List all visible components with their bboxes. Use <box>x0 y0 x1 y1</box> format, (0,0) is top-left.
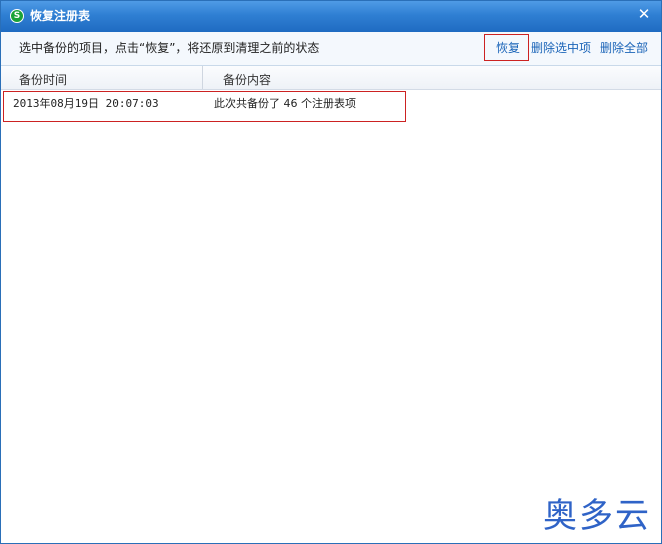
app-logo-icon: S <box>10 9 24 23</box>
column-header-backup-content[interactable]: 备份内容 <box>223 73 271 87</box>
window-title: 恢复注册表 <box>30 9 91 23</box>
backup-list: 2013年08月19日 20:07:03 此次共备份了 46 个注册表项 <box>1 90 661 520</box>
title-bar[interactable]: S 恢复注册表 ✕ <box>1 1 661 32</box>
backup-time-cell: 2013年08月19日 20:07:03 <box>13 97 159 110</box>
restore-button[interactable]: 恢复 <box>496 41 520 55</box>
delete-selected-button[interactable]: 删除选中项 <box>531 41 591 55</box>
table-header: 备份时间 备份内容 <box>1 66 661 90</box>
backup-content-cell: 此次共备份了 46 个注册表项 <box>214 97 356 110</box>
instruction-text: 选中备份的项目，点击“恢复”，将还原到清理之前的状态 <box>19 41 320 55</box>
toolbar: 选中备份的项目，点击“恢复”，将还原到清理之前的状态 恢复 删除选中项 删除全部 <box>1 32 661 66</box>
watermark-text: 奥多云 <box>543 496 651 536</box>
close-icon[interactable]: ✕ <box>635 5 653 23</box>
column-divider[interactable] <box>202 66 203 89</box>
column-header-backup-time[interactable]: 备份时间 <box>19 73 67 87</box>
restore-registry-window: S 恢复注册表 ✕ 选中备份的项目，点击“恢复”，将还原到清理之前的状态 恢复 … <box>0 0 662 544</box>
table-row[interactable]: 2013年08月19日 20:07:03 此次共备份了 46 个注册表项 <box>1 90 661 117</box>
delete-all-button[interactable]: 删除全部 <box>600 41 648 55</box>
